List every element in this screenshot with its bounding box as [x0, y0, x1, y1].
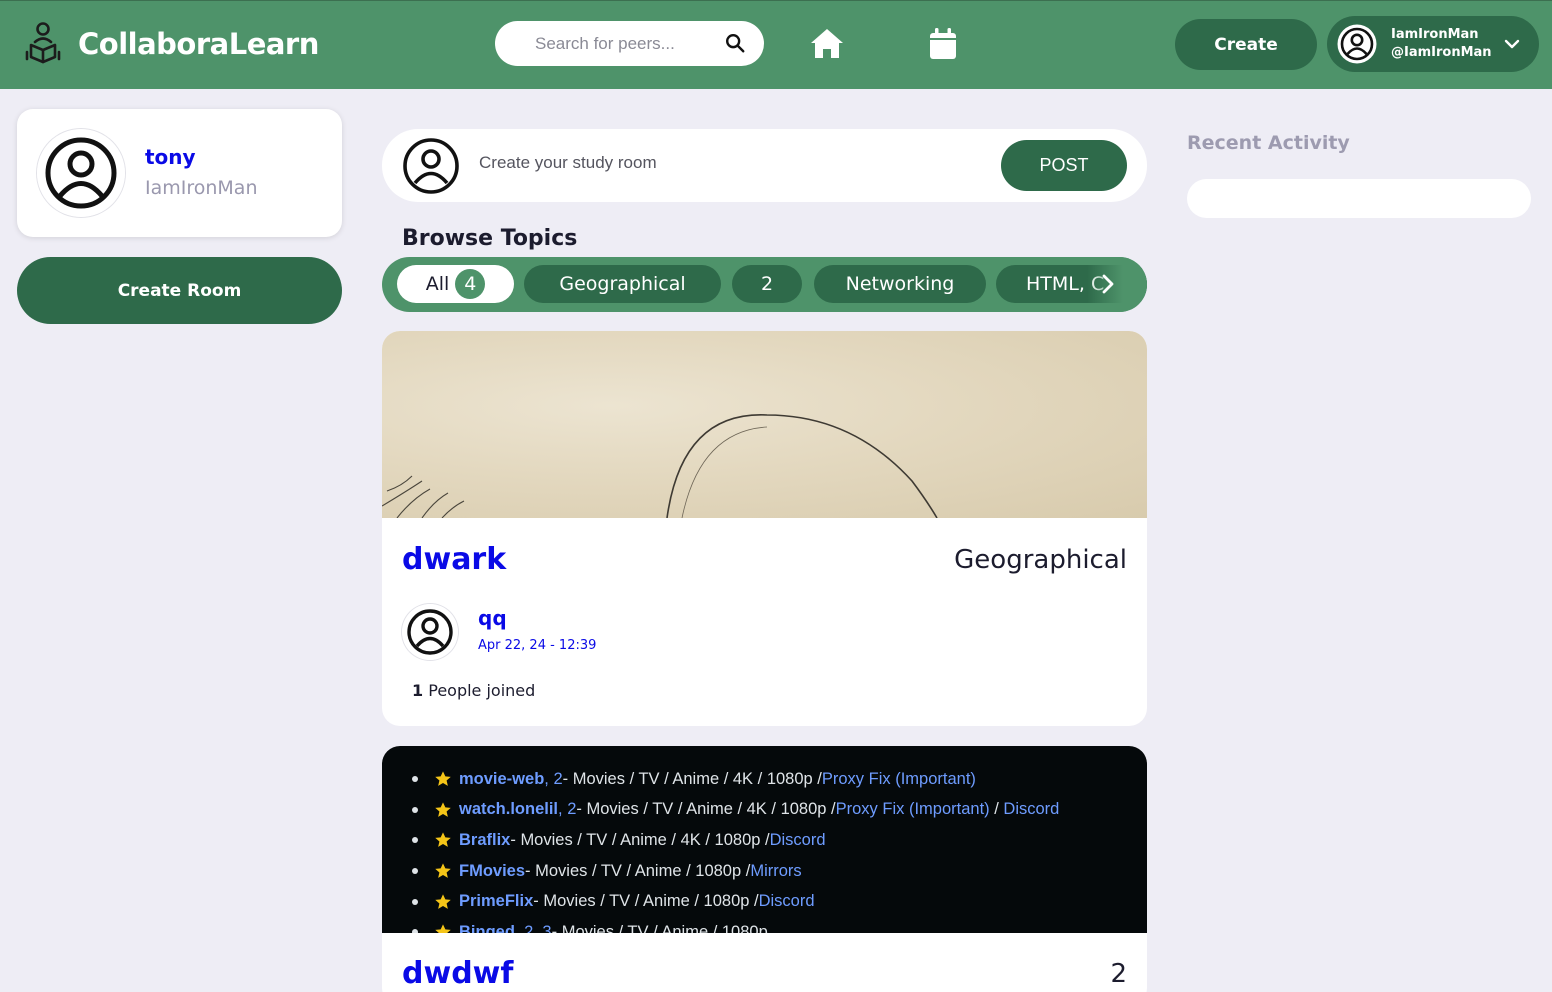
people-joined: 1 People joined: [412, 681, 535, 700]
post-button[interactable]: POST: [1001, 140, 1127, 191]
site-name: FMovies: [459, 861, 526, 880]
header-username: IamIronMan: [1391, 27, 1479, 42]
star-icon: [435, 771, 451, 787]
star-icon: [435, 832, 451, 848]
calendar-icon[interactable]: [924, 25, 962, 63]
bullet: [412, 868, 418, 875]
create-button[interactable]: Create: [1175, 19, 1317, 70]
room-thumbnail: [382, 331, 1147, 519]
search-input[interactable]: [535, 33, 715, 54]
room-card[interactable]: movie-web, 2 - Movies / TV / Anime / 4K …: [382, 746, 1147, 992]
profile-username: IamIronMan: [145, 177, 258, 199]
top-navbar: CollaboraLearn Create IamIronMan @IamIro…: [0, 0, 1552, 89]
reader-logo-icon: [25, 22, 61, 64]
site-desc: - Movies / TV / Anime / 4K / 1080p /: [576, 800, 836, 819]
user-avatar-icon[interactable]: [402, 604, 458, 660]
chevron-down-icon[interactable]: [1503, 35, 1521, 53]
room-thumbnail: movie-web, 2 - Movies / TV / Anime / 4K …: [382, 746, 1147, 933]
bullet: [412, 776, 418, 783]
topics-bar: All 4 Geographical 2 Networking HTML, C: [382, 257, 1147, 312]
bullet: [412, 837, 418, 844]
recent-activity-panel: [1187, 179, 1531, 218]
search-icon[interactable]: [724, 32, 746, 54]
profile-card[interactable]: tony IamIronMan: [17, 109, 342, 237]
study-room-input[interactable]: [479, 153, 959, 173]
site-desc: - Movies / TV / Anime / 1080p: [551, 922, 768, 933]
header-handle: @IamIronMan: [1391, 45, 1492, 60]
thumbnail-list: movie-web, 2 - Movies / TV / Anime / 4K …: [412, 764, 1059, 933]
list-item: FMovies - Movies / TV / Anime / 1080p / …: [412, 856, 1059, 887]
topic-label: All: [425, 273, 450, 295]
user-avatar-icon: [1337, 24, 1377, 64]
star-icon: [435, 802, 451, 817]
list-item: PrimeFlix - Movies / TV / Anime / 1080p …: [412, 886, 1059, 917]
sketch-drawing: [382, 414, 938, 519]
joined-count: 1: [412, 681, 424, 700]
site-name: movie-web: [459, 769, 545, 788]
list-item: Braflix - Movies / TV / Anime / 4K / 108…: [412, 825, 1059, 856]
list-item: movie-web, 2 - Movies / TV / Anime / 4K …: [412, 764, 1059, 795]
home-icon[interactable]: [808, 25, 846, 63]
topic-label: Geographical: [559, 273, 686, 295]
room-topic: Geographical: [954, 545, 1127, 575]
user-menu[interactable]: IamIronMan @IamIronMan: [1327, 16, 1539, 72]
topic-all[interactable]: All 4: [397, 265, 514, 303]
site-extra: , 2: [558, 800, 577, 819]
topic-2[interactable]: 2: [732, 265, 802, 303]
app-name: CollaboraLearn: [78, 27, 319, 61]
site-link: Proxy Fix (Important): [835, 800, 990, 819]
topic-label: 2: [760, 273, 774, 295]
brand[interactable]: CollaboraLearn: [22, 21, 319, 67]
star-icon: [435, 924, 451, 933]
list-item: Binged, 2, 3 - Movies / TV / Anime / 108…: [412, 917, 1059, 933]
site-desc: - Movies / TV / Anime / 1080p /: [525, 861, 751, 880]
star-icon: [435, 863, 451, 878]
site-name: Binged: [459, 922, 515, 933]
bullet: [412, 898, 418, 905]
browse-topics-heading: Browse Topics: [402, 226, 578, 251]
room-title[interactable]: dwdwf: [402, 956, 513, 991]
site-extra: , 2: [544, 769, 563, 788]
user-names: IamIronMan @IamIronMan: [1391, 26, 1492, 62]
topic-networking[interactable]: Networking: [814, 265, 986, 303]
site-name: PrimeFlix: [459, 892, 534, 911]
bullet: [412, 806, 418, 813]
site-desc: - Movies / TV / Anime / 4K / 1080p /: [510, 830, 770, 849]
topic-label: Networking: [845, 273, 955, 295]
create-room-button[interactable]: Create Room: [17, 257, 342, 324]
profile-name[interactable]: tony: [145, 145, 196, 169]
chevron-right-icon[interactable]: [1097, 273, 1119, 295]
topic-geographical[interactable]: Geographical: [524, 265, 721, 303]
site-link: Discord: [1003, 800, 1060, 819]
site-name: watch.lonelil: [459, 800, 559, 819]
topic-count-badge: 4: [455, 269, 486, 299]
site-link: Mirrors: [750, 861, 802, 880]
search-bar: [495, 21, 764, 66]
site-desc: - Movies / TV / Anime / 1080p /: [533, 892, 759, 911]
site-link: Discord: [769, 830, 826, 849]
room-title[interactable]: dwark: [402, 542, 506, 577]
site-name: Braflix: [459, 830, 511, 849]
site-extra: , 2, 3: [514, 922, 552, 933]
host-name[interactable]: qq: [478, 606, 507, 630]
list-item: watch.lonelil, 2 - Movies / TV / Anime /…: [412, 795, 1059, 826]
bullet: [412, 929, 418, 933]
room-card[interactable]: dwark Geographical qq Apr 22, 24 - 12:39…: [382, 331, 1147, 726]
user-avatar-icon: [403, 138, 459, 194]
user-avatar-icon: [37, 129, 125, 217]
site-link: Proxy Fix (Important): [821, 769, 976, 788]
site-link: Discord: [758, 892, 815, 911]
star-icon: [435, 894, 451, 909]
site-desc: - Movies / TV / Anime / 4K / 1080p /: [562, 769, 822, 788]
room-composer: POST: [382, 129, 1147, 202]
joined-label: People joined: [428, 681, 536, 700]
room-topic: 2: [1110, 959, 1127, 989]
recent-activity-heading: Recent Activity: [1187, 132, 1350, 154]
host-timestamp: Apr 22, 24 - 12:39: [478, 638, 597, 653]
